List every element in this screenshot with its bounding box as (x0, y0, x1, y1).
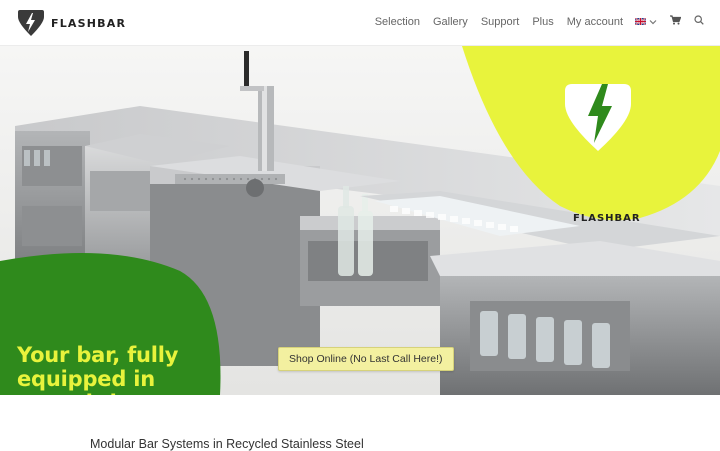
chevron-down-icon (649, 19, 657, 24)
language-switcher[interactable] (635, 18, 657, 25)
nav-item-gallery[interactable]: Gallery (433, 16, 468, 28)
uk-flag-icon (635, 18, 646, 25)
shop-online-button[interactable]: Shop Online (No Last Call Here!) (278, 347, 454, 371)
hero-banner: Your bar, fully equipped in record time.… (0, 46, 720, 395)
brand-name: FLASHBAR (51, 16, 127, 30)
main-nav: Selection Gallery Support Plus My accoun… (362, 15, 704, 28)
search-button[interactable] (694, 15, 704, 28)
section-subtitle: Modular Bar Systems in Recycled Stainles… (90, 437, 364, 451)
cart-icon (670, 15, 682, 25)
flashbar-logo-icon (18, 10, 44, 36)
cart-button[interactable] (670, 15, 682, 28)
hero-headline: Your bar, fully equipped in record time. (17, 343, 179, 395)
nav-item-selection[interactable]: Selection (375, 16, 420, 28)
brand-logo[interactable]: FLASHBAR (16, 9, 126, 37)
nav-item-support[interactable]: Support (481, 16, 520, 28)
site-header: FLASHBAR Selection Gallery Support Plus … (0, 0, 720, 46)
search-icon (694, 15, 704, 25)
nav-item-plus[interactable]: Plus (532, 16, 553, 28)
nav-item-my-account[interactable]: My account (567, 16, 623, 28)
badge-brand-name: FLASHBAR (573, 213, 641, 224)
